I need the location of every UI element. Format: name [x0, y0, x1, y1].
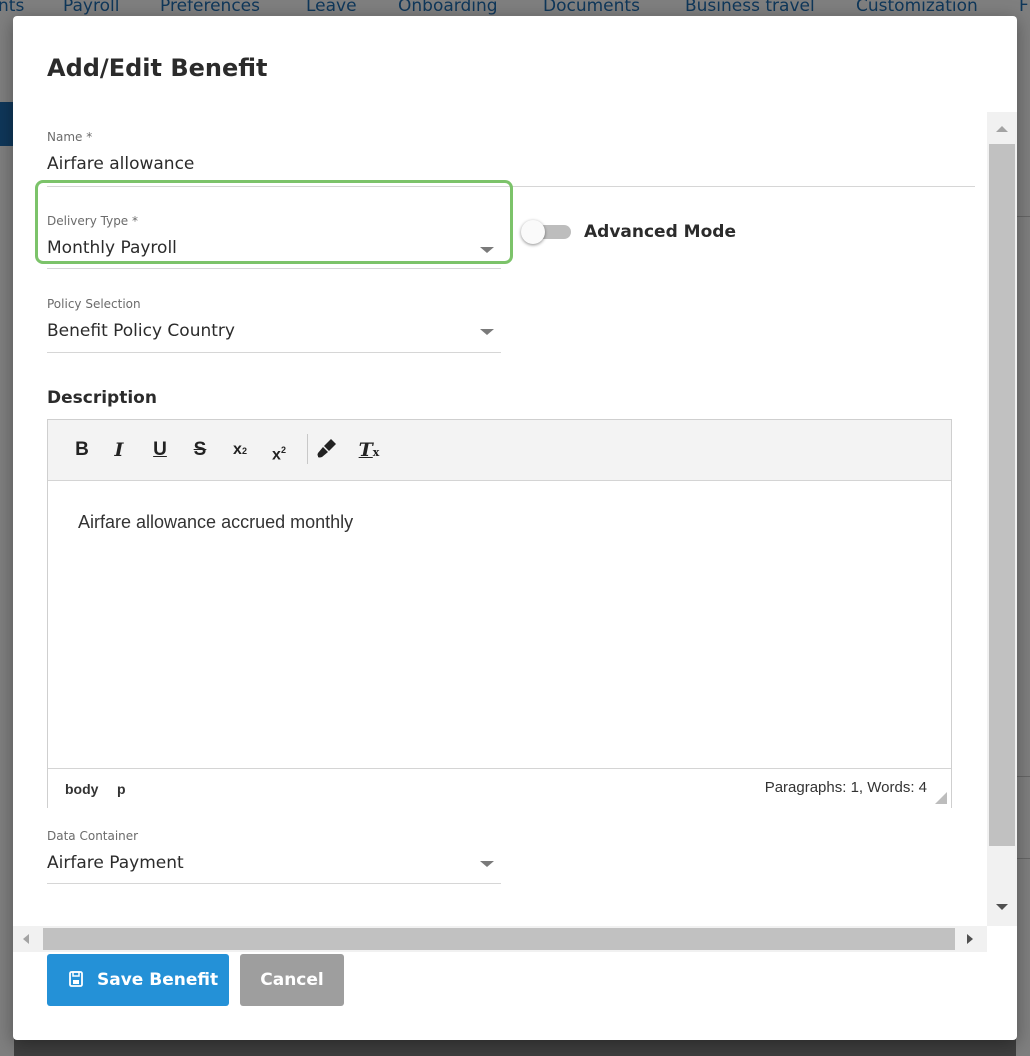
- toolbar-separator: [307, 434, 308, 464]
- data-container-select[interactable]: Airfare Payment: [47, 853, 501, 873]
- delivery-type-field[interactable]: Delivery Type * Monthly Payroll: [47, 214, 501, 258]
- add-edit-benefit-dialog: Add/Edit Benefit Name * Airfare allowanc…: [13, 16, 1017, 1040]
- advanced-mode-label: Advanced Mode: [584, 222, 736, 242]
- scroll-left-icon[interactable]: [23, 934, 29, 944]
- policy-selection-label: Policy Selection: [47, 297, 141, 311]
- vertical-scrollbar[interactable]: [987, 112, 1017, 926]
- description-content[interactable]: Airfare allowance accrued monthly: [78, 512, 353, 533]
- editor-statusbar: body p Paragraphs: 1, Words: 4: [48, 768, 951, 808]
- strikethrough-icon[interactable]: S: [190, 437, 210, 463]
- italic-icon[interactable]: I: [110, 437, 128, 463]
- clear-formatting-icon[interactable]: Tx: [356, 437, 382, 463]
- chevron-down-icon[interactable]: [480, 329, 494, 335]
- name-label: Name *: [47, 130, 93, 144]
- advanced-mode-toggle[interactable]: [521, 220, 573, 244]
- superscript-icon[interactable]: x2: [266, 437, 292, 463]
- chevron-down-icon[interactable]: [480, 247, 494, 253]
- scroll-right-icon[interactable]: [967, 934, 973, 944]
- bold-icon[interactable]: B: [72, 437, 92, 463]
- delivery-type-select[interactable]: Monthly Payroll: [47, 238, 501, 258]
- description-editor: B I U S x2 x2 Tx Airfare allowance accru…: [47, 419, 952, 808]
- scroll-up-icon[interactable]: [996, 126, 1008, 132]
- data-container-underline: [47, 883, 501, 884]
- resize-handle-icon[interactable]: [935, 792, 947, 804]
- horizontal-scrollbar[interactable]: [13, 926, 987, 952]
- format-painter-icon[interactable]: [314, 437, 340, 463]
- subscript-icon[interactable]: x2: [228, 437, 252, 463]
- cancel-button[interactable]: Cancel: [240, 954, 344, 1006]
- data-container-field[interactable]: Data Container Airfare Payment: [47, 829, 501, 873]
- delivery-type-underline: [47, 268, 501, 269]
- dialog-scroll-area[interactable]: Name * Airfare allowance Delivery Type *…: [13, 112, 987, 926]
- element-path-body[interactable]: body: [65, 781, 98, 797]
- underline-icon[interactable]: U: [150, 437, 170, 463]
- editor-toolbar: B I U S x2 x2 Tx: [48, 420, 951, 481]
- save-benefit-button[interactable]: Save Benefit: [47, 954, 229, 1006]
- name-input[interactable]: Airfare allowance: [47, 154, 987, 174]
- data-container-label: Data Container: [47, 829, 139, 843]
- policy-selection-field[interactable]: Policy Selection Benefit Policy Country: [47, 297, 501, 341]
- element-path-p[interactable]: p: [117, 781, 126, 797]
- chevron-down-icon[interactable]: [480, 861, 494, 867]
- policy-selection-select[interactable]: Benefit Policy Country: [47, 321, 501, 341]
- vertical-scroll-thumb[interactable]: [989, 144, 1015, 846]
- description-label: Description: [47, 388, 157, 408]
- horizontal-scroll-thumb[interactable]: [43, 928, 955, 950]
- toggle-knob[interactable]: [521, 220, 545, 244]
- dialog-title: Add/Edit Benefit: [47, 54, 268, 82]
- delivery-type-label: Delivery Type *: [47, 214, 139, 228]
- word-count: Paragraphs: 1, Words: 4: [764, 779, 927, 796]
- save-benefit-label: Save Benefit: [97, 970, 219, 990]
- save-icon: [69, 971, 83, 987]
- scroll-down-icon[interactable]: [996, 904, 1008, 910]
- policy-selection-underline: [47, 352, 501, 353]
- name-field[interactable]: Name * Airfare allowance: [47, 130, 987, 174]
